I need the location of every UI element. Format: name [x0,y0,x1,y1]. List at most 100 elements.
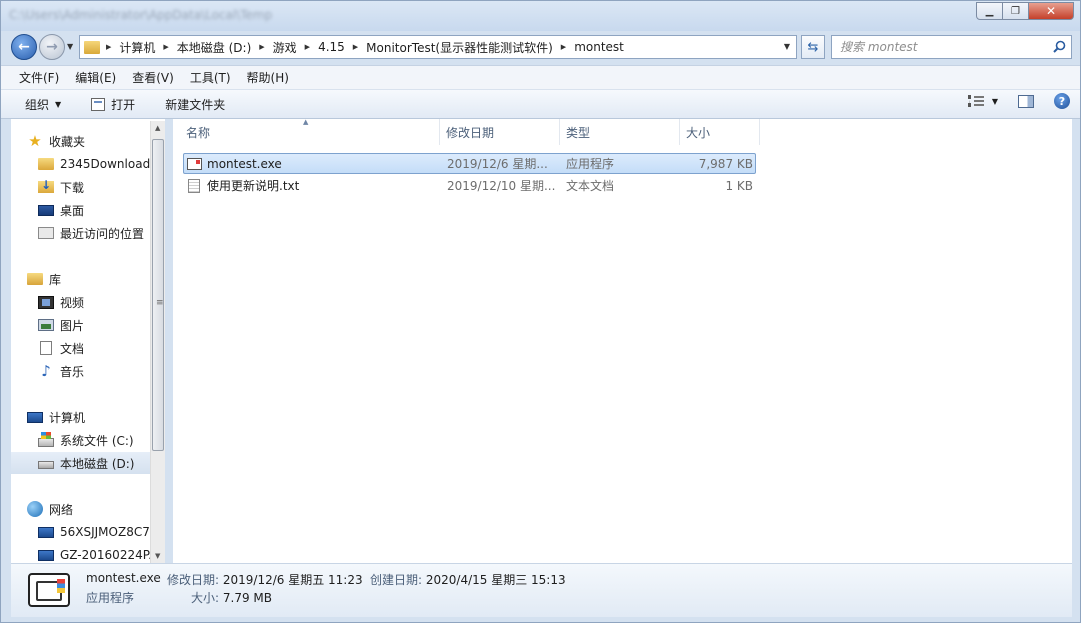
nav-favorites[interactable]: ★ 收藏夹 [27,130,165,152]
breadcrumb-4-15[interactable]: 4.15 [318,40,345,54]
recent-places-icon [38,227,54,239]
details-modified-value: 2019/12/6 星期五 11:23 [222,573,363,587]
scroll-up-icon[interactable]: ▲ [155,124,160,132]
nav-scrollbar[interactable]: ▲ ≡ ▼ [150,121,165,563]
nav-item-videos[interactable]: 视频 [38,291,165,313]
open-button[interactable]: 打开 [83,92,143,116]
details-modified-label: 修改日期: [167,573,220,587]
nav-item-network-pc[interactable]: GZ-20160224PA [38,544,150,563]
nav-item-2345downloads[interactable]: 2345Downloads [38,153,165,175]
command-bar: 组织 ▼ 打开 新建文件夹 ▼ ? [1,90,1080,119]
breadcrumb-separator-icon[interactable]: ▶ [259,43,264,51]
text-file-icon [188,178,200,193]
breadcrumb-drive-d[interactable]: 本地磁盘 (D:) [177,39,251,56]
scrollbar-thumb[interactable]: ≡ [152,139,164,451]
pane-splitter[interactable] [165,119,173,563]
close-button[interactable]: ✕ [1028,2,1074,20]
breadcrumb-separator-icon[interactable]: ▶ [163,43,168,51]
back-button[interactable]: ← [11,34,37,60]
sort-ascending-icon: ▲ [303,118,309,126]
search-input[interactable] [840,37,1040,57]
recent-pages-dropdown[interactable]: ▼ [67,42,73,51]
details-file-name: montest.exe [86,571,161,585]
document-icon [40,341,52,355]
breadcrumb-montest[interactable]: montest [574,40,624,54]
forward-button[interactable]: → [39,34,65,60]
menu-view[interactable]: 查看(V) [124,67,182,88]
breadcrumb-separator-icon[interactable]: ▶ [561,43,566,51]
breadcrumb-separator-icon[interactable]: ▶ [305,43,310,51]
view-options-dropdown[interactable]: ▼ [992,97,998,106]
view-controls: ▼ ? [967,93,1070,109]
breadcrumb-separator-icon[interactable]: ▶ [106,43,111,51]
nav-item-drive-c[interactable]: 系统文件 (C:) [38,429,165,451]
nav-item-label: 文档 [60,341,85,356]
breadcrumb-computer[interactable]: 计算机 [119,39,155,56]
details-file-type: 应用程序 [86,591,135,605]
folder-icon [38,158,54,170]
navigation-pane: ★ 收藏夹 2345Downloads 下载 桌面 最近访问的位置 库 视频 [11,119,165,563]
open-label: 打开 [111,97,136,112]
nav-item-network-pc[interactable]: 56XSJJMOZ8C7 [38,521,150,543]
details-created: 创建日期: 2020/4/15 星期三 15:13 [370,571,566,588]
details-size: 大小: 7.79 MB [191,589,272,606]
window-title: C:\Users\Administrator\AppData\Local\Tem… [9,8,273,22]
minimize-button[interactable]: ▁ [976,2,1003,20]
close-icon: ✕ [1045,4,1057,18]
nav-network[interactable]: 网络 [27,498,165,520]
new-folder-button[interactable]: 新建文件夹 [157,92,233,116]
drive-icon [38,460,54,469]
menu-tools[interactable]: 工具(T) [182,67,239,88]
search-icon[interactable] [1053,40,1066,53]
address-dropdown-icon[interactable]: ▼ [784,42,790,51]
address-bar[interactable]: ▶ 计算机 ▶ 本地磁盘 (D:) ▶ 游戏 ▶ 4.15 ▶ MonitorT… [79,35,797,59]
file-thumbnail-icon [28,573,70,607]
nav-item-label: 音乐 [60,364,85,379]
nav-item-desktop[interactable]: 桌面 [38,199,165,221]
file-type: 应用程序 [566,157,615,171]
picture-icon [38,319,54,331]
nav-item-recent-places[interactable]: 最近访问的位置 [38,222,165,244]
video-icon [38,295,54,309]
preview-pane-icon[interactable] [1018,94,1034,108]
column-name[interactable]: 名称 ▲ [173,118,440,145]
folder-icon [84,40,100,54]
file-name-cell: montest.exe [184,157,438,171]
nav-favorites-label: 收藏夹 [49,134,86,149]
file-type: 文本文档 [566,179,615,193]
nav-item-music[interactable]: ♪ 音乐 [38,360,165,382]
refresh-button[interactable]: ⇆ [801,35,825,59]
nav-item-drive-d[interactable]: 本地磁盘 (D:) [11,452,151,474]
menu-file[interactable]: 文件(F) [11,67,67,88]
menu-help[interactable]: 帮助(H) [239,67,297,88]
column-size[interactable]: 大小 [680,119,760,145]
refresh-icon: ⇆ [807,39,819,55]
change-view-icon[interactable] [967,95,984,107]
maximize-button[interactable]: ❐ [1002,2,1029,20]
column-name-label: 名称 [186,125,211,140]
nav-computer[interactable]: 计算机 [27,406,165,428]
help-icon[interactable]: ? [1054,93,1070,109]
scroll-down-icon[interactable]: ▼ [155,552,160,560]
column-date[interactable]: 修改日期 [440,119,560,145]
arrow-left-icon: ← [18,39,30,55]
nav-item-downloads[interactable]: 下载 [38,176,165,198]
grip-icon: ≡ [156,298,164,308]
menu-edit[interactable]: 编辑(E) [67,67,124,88]
caret-down-icon: ▼ [55,99,62,109]
nav-item-documents[interactable]: 文档 [38,337,165,359]
breadcrumb-monitortest[interactable]: MonitorTest(显示器性能测试软件) [366,39,553,56]
file-row[interactable]: montest.exe 2019/12/6 星期... 应用程序 7,987 K… [183,153,756,174]
column-type[interactable]: 类型 [560,119,680,145]
column-header: 名称 ▲ 修改日期 类型 大小 [173,118,1072,145]
organize-button[interactable]: 组织 ▼ [17,92,69,116]
title-bar[interactable]: C:\Users\Administrator\AppData\Local\Tem… [1,1,1080,31]
file-row[interactable]: 使用更新说明.txt 2019/12/10 星期... 文本文档 1 KB [183,175,756,196]
breadcrumb-separator-icon[interactable]: ▶ [353,43,358,51]
nav-libraries[interactable]: 库 [27,268,165,290]
restore-icon: ❐ [1011,5,1020,17]
computer-icon [27,411,43,423]
nav-item-pictures[interactable]: 图片 [38,314,165,336]
details-modified: 修改日期: 2019/12/6 星期五 11:23 [167,571,363,588]
breadcrumb-games[interactable]: 游戏 [273,39,297,56]
